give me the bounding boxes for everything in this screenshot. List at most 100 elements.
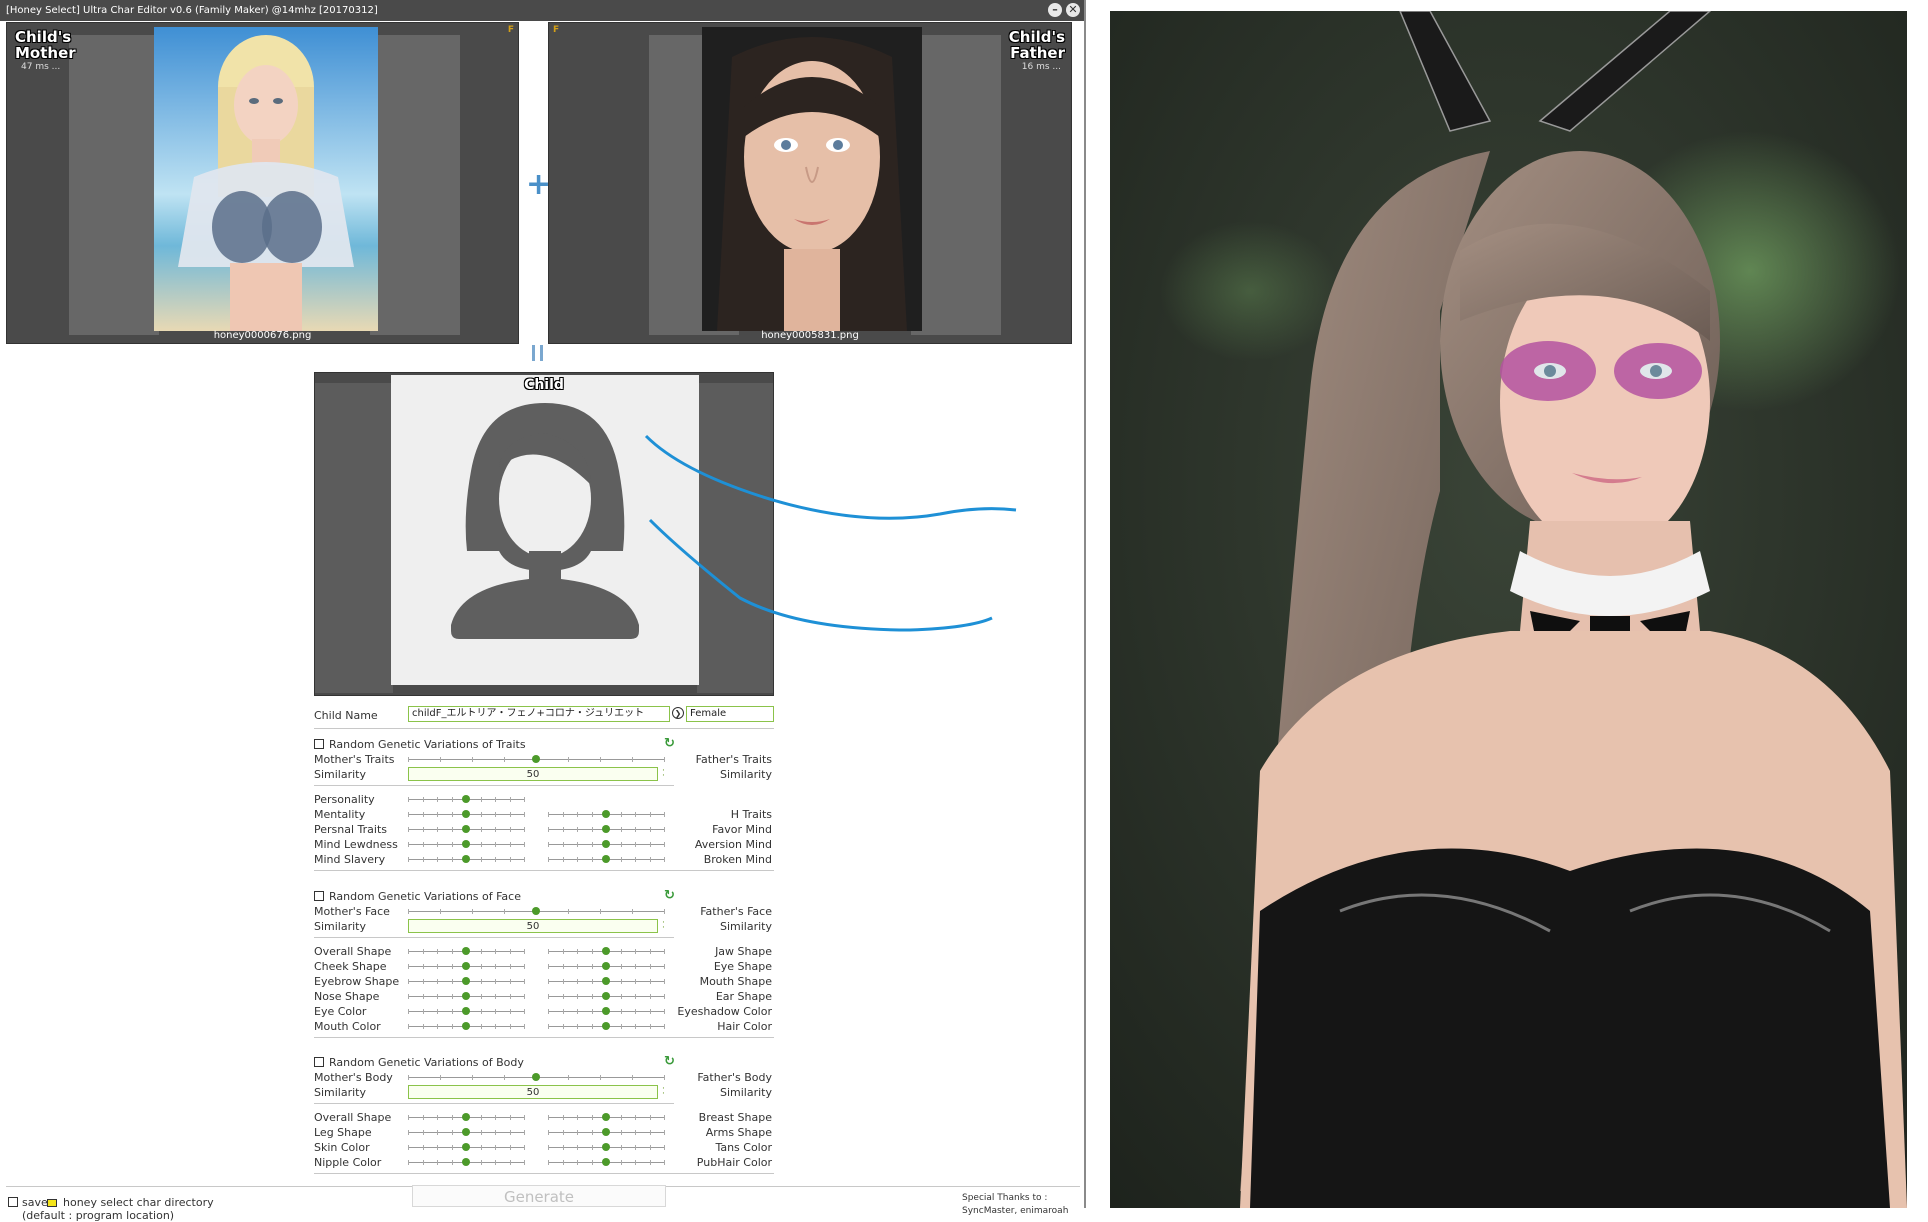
traits-left-row-slider[interactable] xyxy=(408,854,525,864)
refresh-icon[interactable]: ↻ xyxy=(664,889,675,902)
slider-knob[interactable] xyxy=(462,1113,470,1121)
slider-knob[interactable] xyxy=(462,1007,470,1015)
face-right-row-slider[interactable] xyxy=(548,946,665,956)
slider-knob[interactable] xyxy=(462,947,470,955)
traits-right-row-slider[interactable] xyxy=(548,839,665,849)
slider-knob[interactable] xyxy=(602,1007,610,1015)
slider-tick xyxy=(577,979,578,984)
slider-knob[interactable] xyxy=(462,810,470,818)
body-similarity-left: Similarity xyxy=(314,1086,367,1099)
slider-tick xyxy=(509,1145,511,1150)
slider-knob[interactable] xyxy=(602,992,610,1000)
slider-knob[interactable] xyxy=(602,947,610,955)
generate-button[interactable]: Generate xyxy=(412,1185,666,1207)
child-name-input[interactable]: childF_エルトリア・フェノ+コロナ・ジュリエット xyxy=(408,706,670,722)
face-right-row-slider[interactable] xyxy=(548,991,665,1001)
body-mother-father-slider[interactable] xyxy=(408,1072,665,1082)
face-right-row-slider[interactable] xyxy=(548,976,665,986)
slider-tick xyxy=(620,1024,622,1029)
face-right-row-slider[interactable] xyxy=(548,1006,665,1016)
face-random-checkbox[interactable] xyxy=(314,891,324,901)
slider-knob[interactable] xyxy=(602,1113,610,1121)
slider-knob[interactable] xyxy=(462,1128,470,1136)
face-mother-father-slider[interactable] xyxy=(408,906,665,916)
body-right-row-slider[interactable] xyxy=(548,1112,665,1122)
slider-tick xyxy=(649,1145,651,1150)
slider-knob[interactable] xyxy=(462,977,470,985)
traits-right-row-slider[interactable] xyxy=(548,854,665,864)
stepper-icon[interactable]: · · xyxy=(662,767,665,781)
slider-tick xyxy=(591,979,593,984)
slider-knob[interactable] xyxy=(602,962,610,970)
stepper-icon[interactable]: · · xyxy=(662,919,665,933)
slider-knob[interactable] xyxy=(462,825,470,833)
slider-knob[interactable] xyxy=(532,1073,540,1081)
stepper-icon[interactable]: · · xyxy=(662,1085,665,1099)
slider-knob[interactable] xyxy=(462,1022,470,1030)
face-left-row-slider[interactable] xyxy=(408,946,525,956)
traits-right-row-slider[interactable] xyxy=(548,809,665,819)
traits-mother-father-slider[interactable] xyxy=(408,754,665,764)
slider-knob[interactable] xyxy=(462,992,470,1000)
slider-knob[interactable] xyxy=(462,1143,470,1151)
traits-similarity-input[interactable]: 50 xyxy=(408,767,658,781)
slider-knob[interactable] xyxy=(602,840,610,848)
slider-tick xyxy=(548,1130,549,1135)
body-random-checkbox[interactable] xyxy=(314,1057,324,1067)
slider-knob[interactable] xyxy=(532,907,540,915)
slider-tick xyxy=(422,797,424,802)
face-left-row-slider[interactable] xyxy=(408,961,525,971)
body-similarity-input[interactable]: 50 xyxy=(408,1085,658,1099)
body-right-row-slider[interactable] xyxy=(548,1127,665,1137)
mother-filename: honey0000676.png xyxy=(213,330,312,341)
slider-knob[interactable] xyxy=(462,855,470,863)
body-right-row-slider[interactable] xyxy=(548,1142,665,1152)
face-left-row-slider[interactable] xyxy=(408,976,525,986)
slider-knob[interactable] xyxy=(462,795,470,803)
refresh-icon[interactable]: ↻ xyxy=(664,737,675,750)
body-left-row-slider[interactable] xyxy=(408,1157,525,1167)
slider-tick xyxy=(408,949,409,954)
traits-random-checkbox[interactable] xyxy=(314,739,324,749)
slider-knob[interactable] xyxy=(602,977,610,985)
mother-card-panel[interactable]: Child's Mother 47 ms ... F honey0000676.… xyxy=(6,22,519,344)
face-right-row-slider[interactable] xyxy=(548,961,665,971)
slider-knob[interactable] xyxy=(532,755,540,763)
slider-knob[interactable] xyxy=(602,810,610,818)
face-left-row-slider[interactable] xyxy=(408,1021,525,1031)
minimize-button[interactable]: – xyxy=(1048,3,1062,17)
arrow-right-icon[interactable]: ❯ xyxy=(672,707,684,719)
father-card-panel[interactable]: Child's Father 16 ms ... F honey0005831.… xyxy=(548,22,1072,344)
save-checkbox[interactable] xyxy=(8,1197,18,1207)
traits-left-row-slider[interactable] xyxy=(408,794,525,804)
face-left-row-slider[interactable] xyxy=(408,1006,525,1016)
face-left-row-slider[interactable] xyxy=(408,991,525,1001)
slider-knob[interactable] xyxy=(602,1143,610,1151)
traits-left-row-slider[interactable] xyxy=(408,839,525,849)
body-right-row-slider[interactable] xyxy=(548,1157,665,1167)
slider-knob[interactable] xyxy=(462,840,470,848)
traits-left-row-slider[interactable] xyxy=(408,824,525,834)
slider-knob[interactable] xyxy=(602,825,610,833)
face-similarity-right: Similarity xyxy=(719,920,772,933)
traits-left-row-slider[interactable] xyxy=(408,809,525,819)
body-left-row-slider[interactable] xyxy=(408,1127,525,1137)
body-left-row-slider[interactable] xyxy=(408,1142,525,1152)
slider-knob[interactable] xyxy=(602,1128,610,1136)
slider-knob[interactable] xyxy=(602,1158,610,1166)
father-card-image xyxy=(702,27,922,331)
face-similarity-input[interactable]: 50 xyxy=(408,919,658,933)
slider-knob[interactable] xyxy=(602,855,610,863)
slider-knob[interactable] xyxy=(462,962,470,970)
slider-tick xyxy=(600,909,601,914)
refresh-icon[interactable]: ↻ xyxy=(664,1055,675,1068)
body-left-row-slider[interactable] xyxy=(408,1112,525,1122)
slider-knob[interactable] xyxy=(602,1022,610,1030)
slider-tick xyxy=(495,1009,496,1014)
close-button[interactable]: ✕ xyxy=(1066,3,1080,17)
slider-tick xyxy=(562,979,564,984)
slider-knob[interactable] xyxy=(462,1158,470,1166)
face-right-row-slider[interactable] xyxy=(548,1021,665,1031)
traits-right-row-slider[interactable] xyxy=(548,824,665,834)
gender-select[interactable]: Female xyxy=(686,706,774,722)
